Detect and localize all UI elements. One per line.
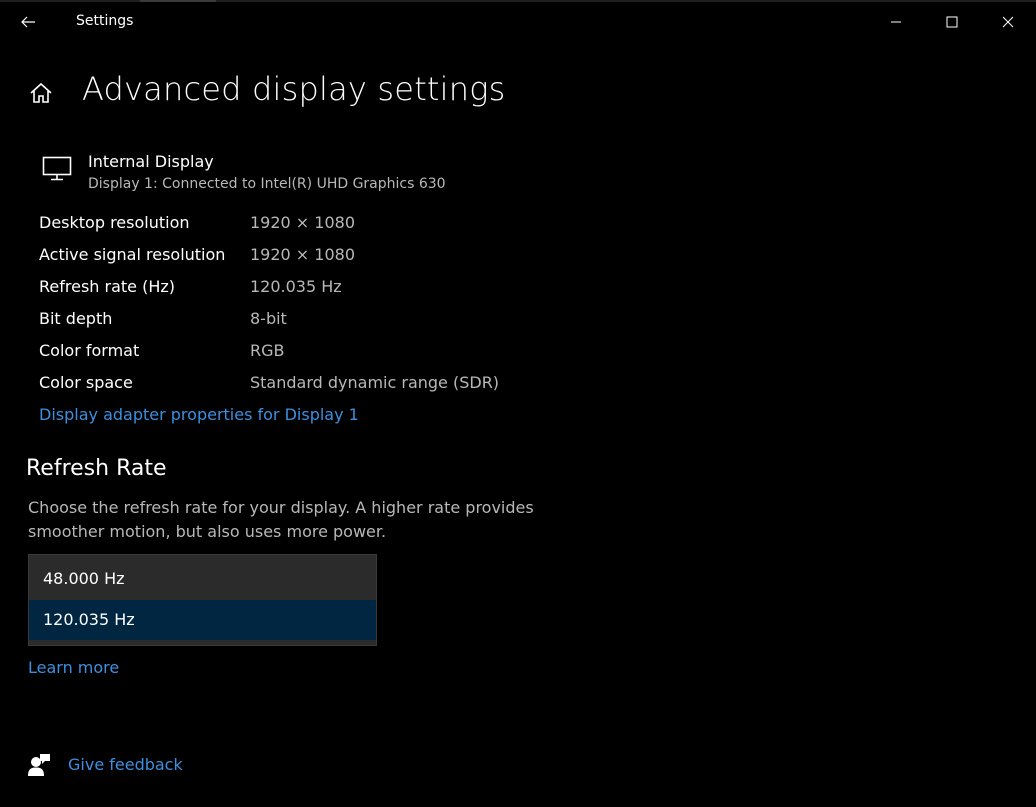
spec-row-color-space: Color space Standard dynamic range (SDR) xyxy=(39,373,599,397)
close-button[interactable] xyxy=(980,2,1036,42)
maximize-icon xyxy=(946,16,958,28)
spec-row-color-format: Color format RGB xyxy=(39,341,599,365)
spec-row-bit-depth: Bit depth 8-bit xyxy=(39,309,599,333)
close-icon xyxy=(1002,16,1014,28)
spec-value: 8-bit xyxy=(250,309,287,328)
spec-label: Active signal resolution xyxy=(39,245,226,264)
spec-label: Color space xyxy=(39,373,133,392)
display-name: Internal Display xyxy=(88,152,214,171)
refresh-rate-dropdown-list[interactable]: 48.000 Hz 120.035 Hz xyxy=(28,554,377,646)
refresh-rate-heading: Refresh Rate xyxy=(26,456,167,481)
minimize-button[interactable] xyxy=(868,2,924,42)
spec-label: Desktop resolution xyxy=(39,213,190,232)
app-title: Settings xyxy=(76,13,134,29)
home-icon xyxy=(30,82,52,103)
spec-value: Standard dynamic range (SDR) xyxy=(250,373,500,392)
home-button[interactable] xyxy=(26,78,56,108)
spec-value: 1920 × 1080 xyxy=(250,245,356,264)
feedback-person-icon xyxy=(28,754,50,776)
spec-row-active-signal-resolution: Active signal resolution 1920 × 1080 xyxy=(39,245,599,269)
spec-value: 1920 × 1080 xyxy=(250,213,356,232)
settings-window: Settings Advanced display settings Inter… xyxy=(0,0,1036,807)
back-arrow-icon xyxy=(21,16,35,28)
refresh-rate-option-48hz[interactable]: 48.000 Hz xyxy=(29,559,376,599)
spec-value: 120.035 Hz xyxy=(250,277,342,296)
page-title: Advanced display settings xyxy=(82,70,506,108)
back-button[interactable] xyxy=(12,6,44,38)
refresh-rate-description: Choose the refresh rate for your display… xyxy=(28,498,534,541)
spec-row-desktop-resolution: Desktop resolution 1920 × 1080 xyxy=(39,213,599,237)
spec-label: Color format xyxy=(39,341,140,360)
display-adapter-properties-link[interactable]: Display adapter properties for Display 1 xyxy=(39,405,359,424)
spec-row-refresh-rate: Refresh rate (Hz) 120.035 Hz xyxy=(39,277,599,301)
title-bar: Settings xyxy=(0,2,1036,44)
spec-label: Refresh rate (Hz) xyxy=(39,277,176,296)
minimize-icon xyxy=(891,21,901,23)
refresh-rate-option-120hz-selected[interactable]: 120.035 Hz xyxy=(29,600,376,640)
learn-more-link[interactable]: Learn more xyxy=(28,658,119,677)
monitor-icon xyxy=(42,156,72,181)
give-feedback-link[interactable]: Give feedback xyxy=(68,755,183,774)
display-subtitle: Display 1: Connected to Intel(R) UHD Gra… xyxy=(88,176,446,192)
maximize-button[interactable] xyxy=(924,2,980,42)
spec-label: Bit depth xyxy=(39,309,113,328)
spec-value: RGB xyxy=(250,341,285,360)
